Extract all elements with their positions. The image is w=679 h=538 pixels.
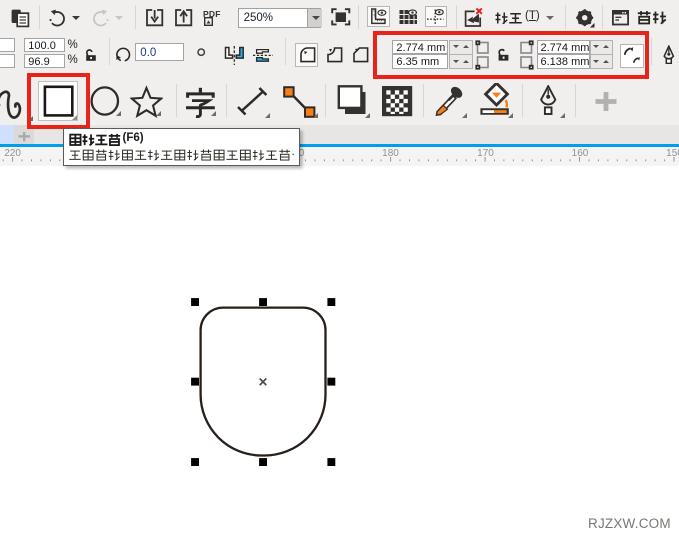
svg-text:170: 170 — [477, 148, 494, 159]
svg-text:160: 160 — [572, 148, 589, 159]
svg-text:150: 150 — [666, 148, 679, 159]
